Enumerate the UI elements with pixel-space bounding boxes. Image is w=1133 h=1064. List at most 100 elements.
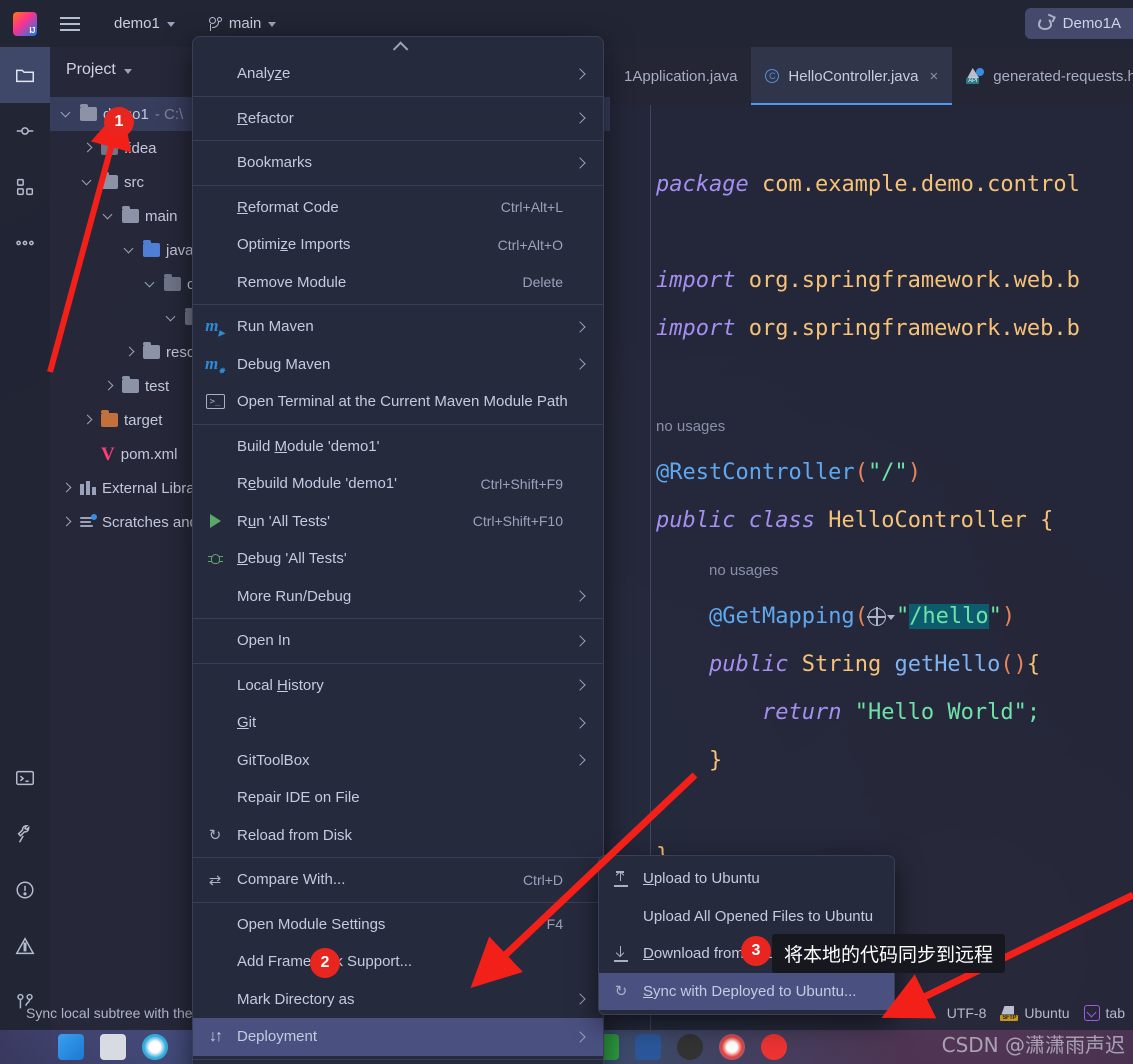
run-configuration-label: Demo1A — [1062, 15, 1121, 32]
annotation-badge-2: 2 — [310, 948, 340, 978]
menu-item-icon-slot — [193, 514, 237, 529]
branch-selector[interactable]: main — [199, 10, 287, 38]
word-taskbar-icon[interactable] — [635, 1034, 661, 1060]
editor-tab-label: HelloController.java — [788, 67, 919, 85]
menu-item-optimize-imports[interactable]: Optimize Imports Ctrl+Alt+O — [193, 226, 603, 264]
deployment-server-indicator[interactable]: SFTP Ubuntu — [1000, 1005, 1070, 1021]
sidebar-item-structure[interactable] — [0, 159, 50, 215]
chevron-right-icon[interactable] — [81, 413, 95, 427]
chevron-down-icon[interactable] — [102, 209, 116, 223]
menu-item-build-module-demo1[interactable]: Build Module 'demo1' — [193, 428, 603, 466]
sidebar-item-more[interactable] — [0, 215, 50, 271]
sidebar-item-build[interactable] — [0, 806, 50, 862]
close-icon[interactable]: × — [930, 68, 939, 85]
menu-item-refactor[interactable]: Refactor — [193, 100, 603, 138]
sidebar-item-problems[interactable] — [0, 862, 50, 918]
menu-item-mark-directory-as[interactable]: Mark Directory as — [193, 981, 603, 1019]
chevron-down-icon[interactable] — [81, 175, 95, 189]
menu-separator — [193, 304, 603, 305]
menu-item-open-in[interactable]: Open In — [193, 622, 603, 660]
menu-item-add-framework-support[interactable]: Add Framework Support... — [193, 943, 603, 981]
chevron-right-icon[interactable] — [60, 515, 74, 529]
chevron-right-icon[interactable] — [123, 345, 137, 359]
menu-item-more-run-debug[interactable]: More Run/Debug — [193, 578, 603, 616]
annotation-tooltip: 将本地的代码同步到远程 — [772, 934, 1006, 973]
run-icon — [209, 514, 221, 529]
menu-item-bookmarks[interactable]: Bookmarks — [193, 144, 603, 182]
encoding-indicator[interactable]: UTF-8 — [947, 1005, 987, 1021]
code-method-brace: { — [1026, 652, 1041, 677]
chevron-down-icon[interactable] — [144, 277, 158, 291]
submenu-item-upload-all-opened-files-to-ubuntu[interactable]: Upload All Opened Files to Ubuntu — [599, 898, 894, 936]
menu-item-debug-maven[interactable]: m✸ Debug Maven — [193, 346, 603, 384]
menu-item-local-history[interactable]: Local History — [193, 667, 603, 705]
menu-scroll-up-icon[interactable] — [193, 41, 603, 55]
menu-item-run-maven[interactable]: m▶ Run Maven — [193, 308, 603, 346]
menu-item-run-all-tests[interactable]: Run 'All Tests' Ctrl+Shift+F10 — [193, 503, 603, 541]
menu-item-rebuild-module-demo1[interactable]: Rebuild Module 'demo1' Ctrl+Shift+F9 — [193, 465, 603, 503]
chrome-taskbar-icon[interactable] — [719, 1034, 745, 1060]
menu-item-label: Run 'All Tests' — [237, 512, 331, 530]
skype-taskbar-icon[interactable] — [761, 1034, 787, 1060]
menu-item-reload-from-disk[interactable]: ↻ Reload from Disk — [193, 817, 603, 855]
browser-icon[interactable] — [142, 1034, 168, 1060]
menu-item-icon-slot — [193, 552, 237, 566]
sidebar-item-commit[interactable] — [0, 103, 50, 159]
editor-tab-bar: 1Application.java C HelloController.java × A… — [610, 47, 1133, 105]
chevron-down-icon[interactable] — [886, 615, 895, 620]
task-view-icon[interactable] — [100, 1034, 126, 1060]
code-brace-close-inner: } — [708, 748, 723, 773]
web-globe-icon[interactable] — [867, 607, 886, 626]
deployment-icon: ↓↑ — [209, 1027, 223, 1045]
menu-separator — [193, 618, 603, 619]
folder-excluded-icon — [101, 410, 118, 427]
page-title: Project — [66, 61, 116, 78]
context-menu: Analyze Refactor Bookmarks Reformat Code Ctr… — [192, 36, 604, 1064]
sidebar-item-project[interactable] — [0, 47, 50, 103]
menu-item-open-module-settings[interactable]: Open Module Settings F4 — [193, 906, 603, 944]
menu-item-analyze[interactable]: Analyze — [193, 55, 603, 93]
menu-item-deployment[interactable]: ↓↑ Deployment — [193, 1018, 603, 1056]
menu-item-debug-all-tests[interactable]: Debug 'All Tests' — [193, 540, 603, 578]
media-player-icon[interactable] — [677, 1034, 703, 1060]
editor-tab-hellocontroller-java[interactable]: C HelloController.java × — [751, 47, 953, 105]
menu-item-icon-slot: >_ — [193, 394, 237, 410]
chevron-down-icon[interactable] — [123, 243, 137, 257]
project-selector[interactable]: demo1 — [104, 10, 185, 38]
module-folder-icon — [80, 104, 97, 121]
maven-run-icon: m▶ — [205, 316, 225, 338]
editor-tab-1application-java[interactable]: 1Application.java — [610, 47, 751, 105]
intellij-idea-logo-icon — [0, 0, 50, 47]
menu-item-reformat-code[interactable]: Reformat Code Ctrl+Alt+L — [193, 189, 603, 227]
tree-node-label: src — [124, 173, 144, 191]
menu-separator — [193, 140, 603, 141]
menu-item-compare-with[interactable]: ⇄ Compare With... Ctrl+D — [193, 861, 603, 899]
submenu-item-sync-with-deployed-to-ubuntu[interactable]: ↻ Sync with Deployed to Ubuntu... — [599, 972, 894, 1010]
code-paren-open: ( — [854, 460, 868, 485]
menu-item-open-terminal-at-the-current-maven-module-path[interactable]: >_ Open Terminal at the Current Maven Mod… — [193, 383, 603, 421]
hamburger-icon[interactable] — [50, 0, 90, 47]
run-configuration-selector[interactable]: Demo1A — [1024, 8, 1133, 39]
sidebar-item-warnings[interactable] — [0, 918, 50, 974]
java-class-icon: C — [765, 69, 780, 83]
menu-item-repair-ide-on-file[interactable]: Repair IDE on File — [193, 779, 603, 817]
chevron-right-icon[interactable] — [102, 379, 116, 393]
submenu-item-upload-to-ubuntu[interactable]: Upload to Ubuntu — [599, 860, 894, 898]
windows-start-icon[interactable] — [58, 1034, 84, 1060]
indent-indicator[interactable]: tab — [1083, 1005, 1125, 1021]
chevron-right-icon[interactable] — [60, 481, 74, 495]
status-message: Sync local subtree with the — [26, 1005, 193, 1021]
code-return-value: "Hello World"; — [854, 700, 1041, 725]
menu-separator — [193, 1058, 603, 1060]
menu-item-git[interactable]: Git — [193, 704, 603, 742]
chevron-right-icon[interactable] — [81, 141, 95, 155]
menu-item-remove-module[interactable]: Remove Module Delete — [193, 264, 603, 302]
folder-source-icon — [143, 240, 160, 257]
sidebar-item-terminal[interactable] — [0, 750, 50, 806]
menu-item-gittoolbox[interactable]: GitToolBox — [193, 742, 603, 780]
chevron-down-icon[interactable] — [60, 107, 74, 121]
code-method-parens: () — [1000, 652, 1027, 677]
chevron-down-icon[interactable] — [165, 311, 179, 325]
editor-tab-generated-requests-h[interactable]: API generated-requests.h — [952, 47, 1133, 105]
code-paren-open-2: ( — [854, 604, 868, 629]
